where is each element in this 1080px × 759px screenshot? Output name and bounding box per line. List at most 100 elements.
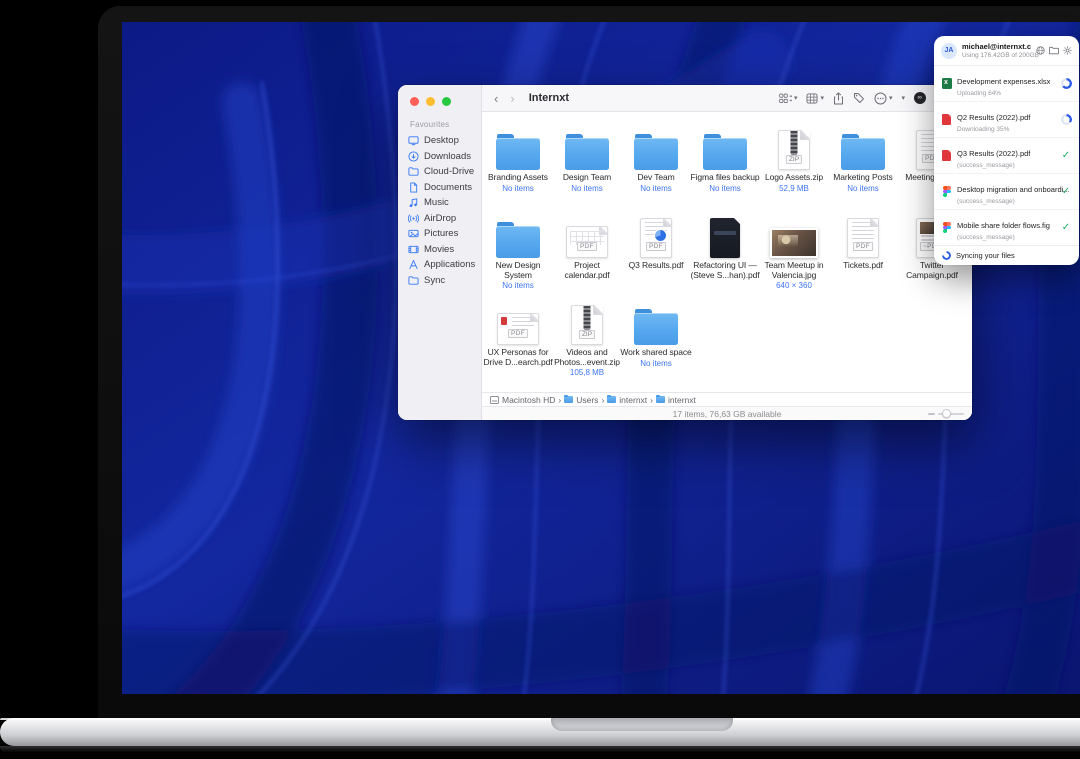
globe-icon[interactable] [1036, 46, 1045, 55]
panel-header-icons [1036, 46, 1072, 55]
airdrop-icon [408, 213, 419, 224]
sync-file-row[interactable]: Development expenses.xlsxUploading 64% [934, 66, 1079, 102]
figma-file-icon [941, 186, 952, 197]
sidebar-item-movies[interactable]: Movies [408, 242, 481, 258]
folder-icon [564, 396, 573, 403]
file-grid: Branding AssetsNo itemsDesign TeamNo ite… [482, 112, 972, 392]
desktop-icon [408, 135, 419, 146]
sidebar-item-label: Documents [424, 182, 472, 193]
progress-ring-icon [1061, 114, 1072, 125]
file-item[interactable]: PDFQ3 Results.pdf [620, 218, 692, 271]
actions-menu-icon[interactable]: ▾ [874, 92, 893, 105]
pdf-file-icon [941, 114, 952, 125]
icon-size-slider[interactable] [928, 413, 964, 415]
folder-icon [689, 130, 761, 170]
file-sublabel: No items [620, 184, 692, 194]
folder-icon [482, 218, 554, 258]
sync-file-row[interactable]: Q2 Results (2022).pdfDownloading 35% [934, 102, 1079, 138]
applications-icon [408, 259, 419, 270]
file-item[interactable]: New Design SystemNo items [482, 218, 554, 291]
sidebar-item-label: Pictures [424, 228, 458, 239]
gear-icon[interactable] [1063, 46, 1072, 55]
close-button[interactable] [410, 97, 419, 106]
sync-file-name: Mobile share folder flows.fig [957, 221, 1050, 230]
back-button[interactable]: ‹ [492, 92, 500, 105]
file-item[interactable]: ZIPLogo Assets.zip52,9 MB [758, 130, 830, 194]
music-icon [408, 197, 419, 208]
file-name: Refactoring UI — (Steve S...han).pdf [689, 261, 761, 280]
breadcrumb-separator: › [558, 395, 561, 405]
sidebar-item-music[interactable]: Music [408, 195, 481, 211]
success-check-icon: ✓ [1062, 187, 1070, 197]
file-sublabel: 105,8 MB [551, 368, 623, 378]
file-item[interactable]: Figma files backupNo items [689, 130, 761, 194]
folder-icon [827, 130, 899, 170]
sidebar-item-desktop[interactable]: Desktop [408, 133, 481, 149]
zoom-button[interactable] [442, 97, 451, 106]
file-name: Figma files backup [689, 173, 761, 183]
breadcrumb-segment[interactable]: Macintosh HD [490, 395, 555, 405]
zip-icon: ZIP [551, 305, 623, 345]
breadcrumb-segment[interactable]: Users [564, 395, 598, 405]
breadcrumb-segment[interactable]: internxt [656, 395, 696, 405]
breadcrumb-segment[interactable]: internxt [607, 395, 647, 405]
finder-main: ‹ › Internxt ▾▾▾▾∞ Branding AssetsNo ite… [482, 85, 972, 420]
minimize-button[interactable] [426, 97, 435, 106]
sync-file-row[interactable]: Mobile share folder flows.fig (success_me… [934, 210, 1079, 245]
slider-track[interactable] [938, 413, 964, 415]
sidebar-item-documents[interactable]: Documents [408, 180, 481, 196]
folder-icon[interactable] [1049, 46, 1059, 55]
slider-knob[interactable] [942, 409, 951, 418]
folder-icon [607, 396, 616, 403]
sidebar-item-downloads[interactable]: Downloads [408, 149, 481, 165]
tag-icon[interactable] [853, 92, 865, 104]
breadcrumb-separator: › [650, 395, 653, 405]
file-name: UX Personas for Drive D...earch.pdf [482, 348, 554, 367]
slider-min-dash [928, 413, 935, 415]
sync-file-row[interactable]: Desktop migration and onboardi...(succes… [934, 174, 1079, 210]
sync-file-status-text: Uploading 64% [957, 90, 1055, 97]
sidebar-item-airdrop[interactable]: AirDrop [408, 211, 481, 227]
file-name: Project calendar.pdf [551, 261, 623, 280]
file-item[interactable]: Team Meetup in Valencia.jpg640 × 360 [758, 218, 830, 291]
file-item[interactable]: Marketing PostsNo items [827, 130, 899, 194]
finder-window: Favourites DesktopDownloadsCloud-DriveDo… [398, 85, 972, 420]
file-item[interactable]: Work shared spaceNo items [620, 305, 692, 369]
status-text: 17 items, 76,63 GB available [673, 409, 782, 419]
folder-icon [482, 130, 554, 170]
chevron-down-icon[interactable]: ▾ [901, 94, 905, 102]
sidebar-item-pictures[interactable]: Pictures [408, 226, 481, 242]
forward-button[interactable]: › [508, 92, 516, 105]
file-name: Work shared space [620, 348, 692, 358]
sidebar-item-cloud-drive[interactable]: Cloud-Drive [408, 164, 481, 180]
folder-icon [620, 130, 692, 170]
sync-panel-footer: Syncing your files [934, 245, 1079, 265]
account-dark-icon[interactable]: ∞ [914, 92, 926, 104]
sidebar-item-applications[interactable]: Applications [408, 257, 481, 273]
file-item[interactable]: PDFTickets.pdf [827, 218, 899, 271]
file-name: Logo Assets.zip [758, 173, 830, 183]
pdf-grid-icon: PDF [551, 218, 623, 258]
folder-icon [408, 275, 419, 286]
group-options-icon[interactable]: ▾ [806, 93, 824, 104]
sidebar-item-label: Cloud-Drive [424, 166, 474, 177]
file-item[interactable]: ZIPVideos and Photos...event.zip105,8 MB [551, 305, 623, 378]
file-item[interactable]: Branding AssetsNo items [482, 130, 554, 194]
file-item[interactable]: PDFUX Personas for Drive D...earch.pdf [482, 305, 554, 367]
view-grid-selector-icon[interactable]: ▾ [779, 92, 798, 105]
sidebar-item-sync[interactable]: Sync [408, 273, 481, 289]
sync-file-row[interactable]: Q3 Results (2022).pdf(success_message)✓ [934, 138, 1079, 174]
file-item[interactable]: PDF Project calendar.pdf [551, 218, 623, 280]
folder-icon [620, 305, 692, 345]
file-item[interactable]: Dev TeamNo items [620, 130, 692, 194]
file-item[interactable]: Design TeamNo items [551, 130, 623, 194]
breadcrumb-label: Macintosh HD [502, 395, 555, 405]
sync-file-status-text: (success_message) [957, 234, 1055, 241]
file-sublabel: 640 × 360 [758, 281, 830, 291]
share-icon[interactable] [833, 92, 844, 105]
syncing-status-label: Syncing your files [956, 251, 1015, 260]
file-item[interactable]: Refactoring UI — (Steve S...han).pdf [689, 218, 761, 280]
sync-file-status-text: Downloading 35% [957, 126, 1055, 133]
file-sublabel: 52,9 MB [758, 184, 830, 194]
avatar: JA [941, 43, 957, 59]
